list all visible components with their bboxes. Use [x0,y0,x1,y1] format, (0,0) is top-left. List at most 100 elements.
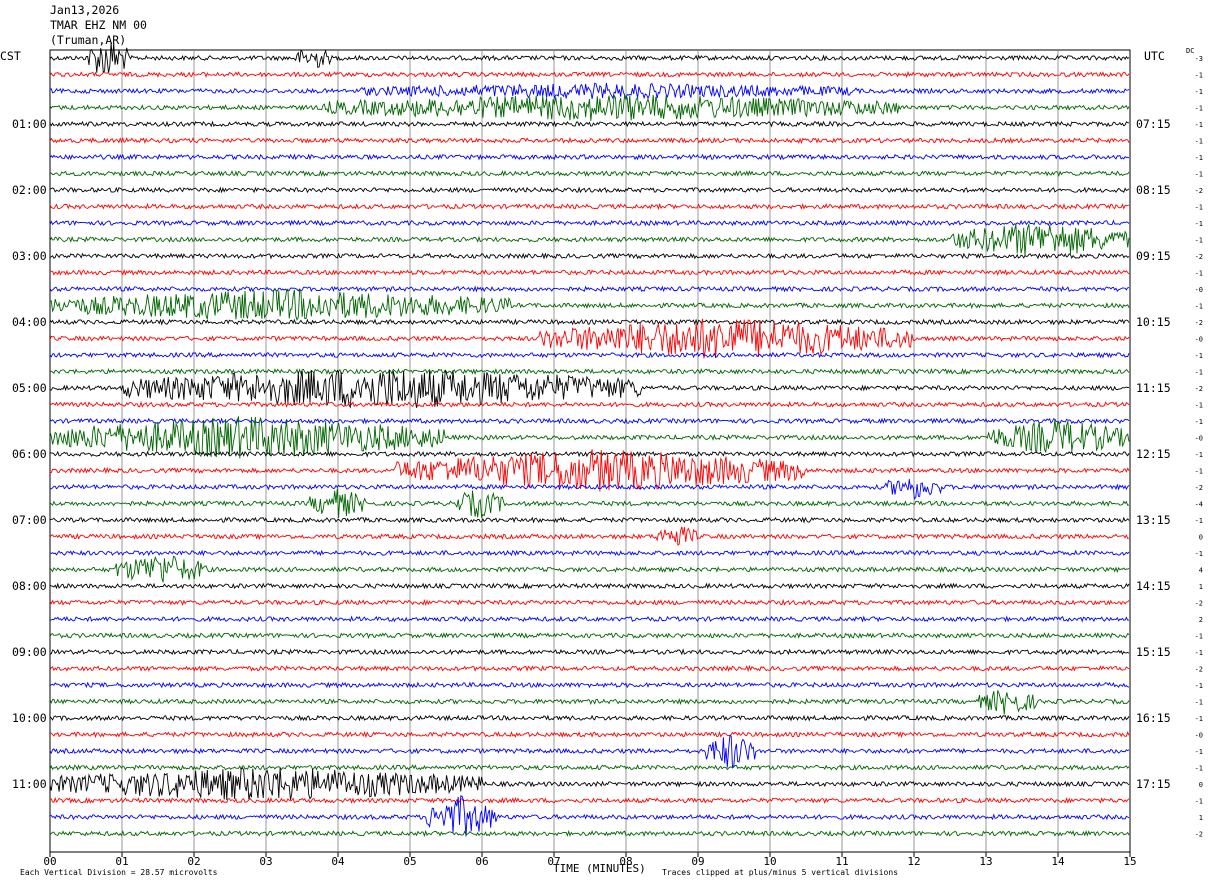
trace-24 [49,450,1130,458]
cst-time-label: 02:00 [12,183,47,197]
dc-offset-label: -2 [1195,484,1203,492]
trace-22 [49,417,1130,425]
x-tick-label: 11 [835,855,848,868]
utc-time-label: 11:15 [1136,381,1171,395]
dc-offset-label: -1 [1195,352,1203,360]
trace-28 [49,516,1130,524]
x-tick-label: 14 [1051,855,1065,868]
trace-36 [49,648,1130,656]
trace-1 [49,70,1130,79]
trace-27 [49,488,1130,518]
dc-offset-label: -1 [1195,765,1203,773]
dc-offset-label: -1 [1195,204,1203,212]
dc-offset-label: 2 [1199,616,1203,624]
x-tick-label: 06 [475,855,488,868]
trace-45 [49,797,1130,805]
trace-9 [49,202,1130,211]
dc-offset-label: -1 [1195,220,1203,228]
cst-time-label: 08:00 [12,579,47,593]
dc-offset-label: -1 [1195,748,1203,756]
dc-offset-label: -0 [1195,336,1203,344]
dc-offset-label: -1 [1195,798,1203,806]
dc-offset-label: -2 [1195,831,1203,839]
x-tick-label: 09 [691,855,704,868]
dc-offset-label: -1 [1195,105,1203,113]
trace-37 [49,664,1130,673]
trace-26 [49,478,1130,501]
utc-time-label: 13:15 [1136,513,1171,527]
dc-offset-label: -1 [1195,171,1203,179]
dc-offset-label: -1 [1195,699,1203,707]
trace-16 [49,318,1130,326]
dc-offset-label: -1 [1195,72,1203,80]
trace-12 [49,252,1130,260]
dc-offset-label: -2 [1195,187,1203,195]
trace-6 [49,153,1130,161]
dc-offset-label: -1 [1195,154,1203,162]
trace-46 [49,795,1130,837]
cst-time-label: 11:00 [12,777,47,791]
dc-offset-label: -2 [1195,666,1203,674]
x-tick-label: 04 [331,855,345,868]
utc-time-label: 12:15 [1136,447,1171,461]
x-tick-label: 13 [979,855,992,868]
x-tick-label: 15 [1123,855,1136,868]
x-tick-label: 02 [187,855,200,868]
trace-14 [49,285,1130,293]
dc-offset-label: -1 [1195,402,1203,410]
dc-offset-label: -1 [1195,468,1203,476]
trace-2 [49,82,1130,101]
trace-0 [49,42,1130,74]
dc-offset-label: -1 [1195,649,1203,657]
utc-time-label: 08:15 [1136,183,1171,197]
cst-time-label: 07:00 [12,513,47,527]
trace-43 [49,764,1130,771]
dc-offset-label: -2 [1195,385,1203,393]
cst-time-label: 10:00 [12,711,47,725]
trace-19 [49,368,1130,376]
trace-30 [49,549,1130,557]
x-tick-label: 01 [115,855,128,868]
x-tick-label: 10 [763,855,776,868]
dc-offset-label: -1 [1195,633,1203,641]
trace-11 [49,224,1130,256]
dc-offset-label: -1 [1195,682,1203,690]
x-tick-label: 05 [403,855,416,868]
dc-offset-label: 1 [1199,814,1203,822]
dc-offset-label: -1 [1195,517,1203,525]
dc-offset-label: -3 [1195,55,1203,63]
cst-time-label: 05:00 [12,381,47,395]
dc-offset-label: -1 [1195,715,1203,723]
trace-21 [49,400,1130,408]
trace-32 [49,582,1130,590]
dc-offset-label: -0 [1195,732,1203,740]
trace-13 [49,268,1130,276]
trace-38 [49,681,1130,689]
utc-time-label: 10:15 [1136,315,1171,329]
cst-time-label: 09:00 [12,645,47,659]
seismogram-chart: 00 01 02 03 04 05 06 07 08 09 10 11 12 13 14 15-3-1-1-1… [12,42,1203,868]
utc-time-label: 14:15 [1136,579,1171,593]
dc-offset-label: -2 [1195,253,1203,261]
cst-time-label: 06:00 [12,447,47,461]
dc-offset-label: -1 [1195,418,1203,426]
trace-10 [49,219,1130,227]
dc-offset-label: -2 [1195,600,1203,608]
dc-offset-label: -1 [1195,121,1203,129]
trace-39 [49,690,1130,715]
plot-frame [49,49,1131,853]
dc-offset-label: -4 [1195,501,1203,509]
trace-44 [49,766,1130,801]
dc-offset-label: -1 [1195,88,1203,96]
dc-offset-label: -1 [1195,270,1203,278]
trace-40 [49,714,1130,722]
trace-31 [49,555,1130,583]
clip-note: Traces clipped at plus/minus 5 vertical … [662,868,899,877]
dc-offset-label: 4 [1199,567,1203,575]
dc-offset-label: -1 [1195,550,1203,558]
dc-offset-label: -2 [1195,319,1203,327]
trace-29 [49,526,1130,546]
trace-5 [49,136,1130,145]
trace-4 [49,120,1129,128]
trace-35 [49,632,1130,639]
